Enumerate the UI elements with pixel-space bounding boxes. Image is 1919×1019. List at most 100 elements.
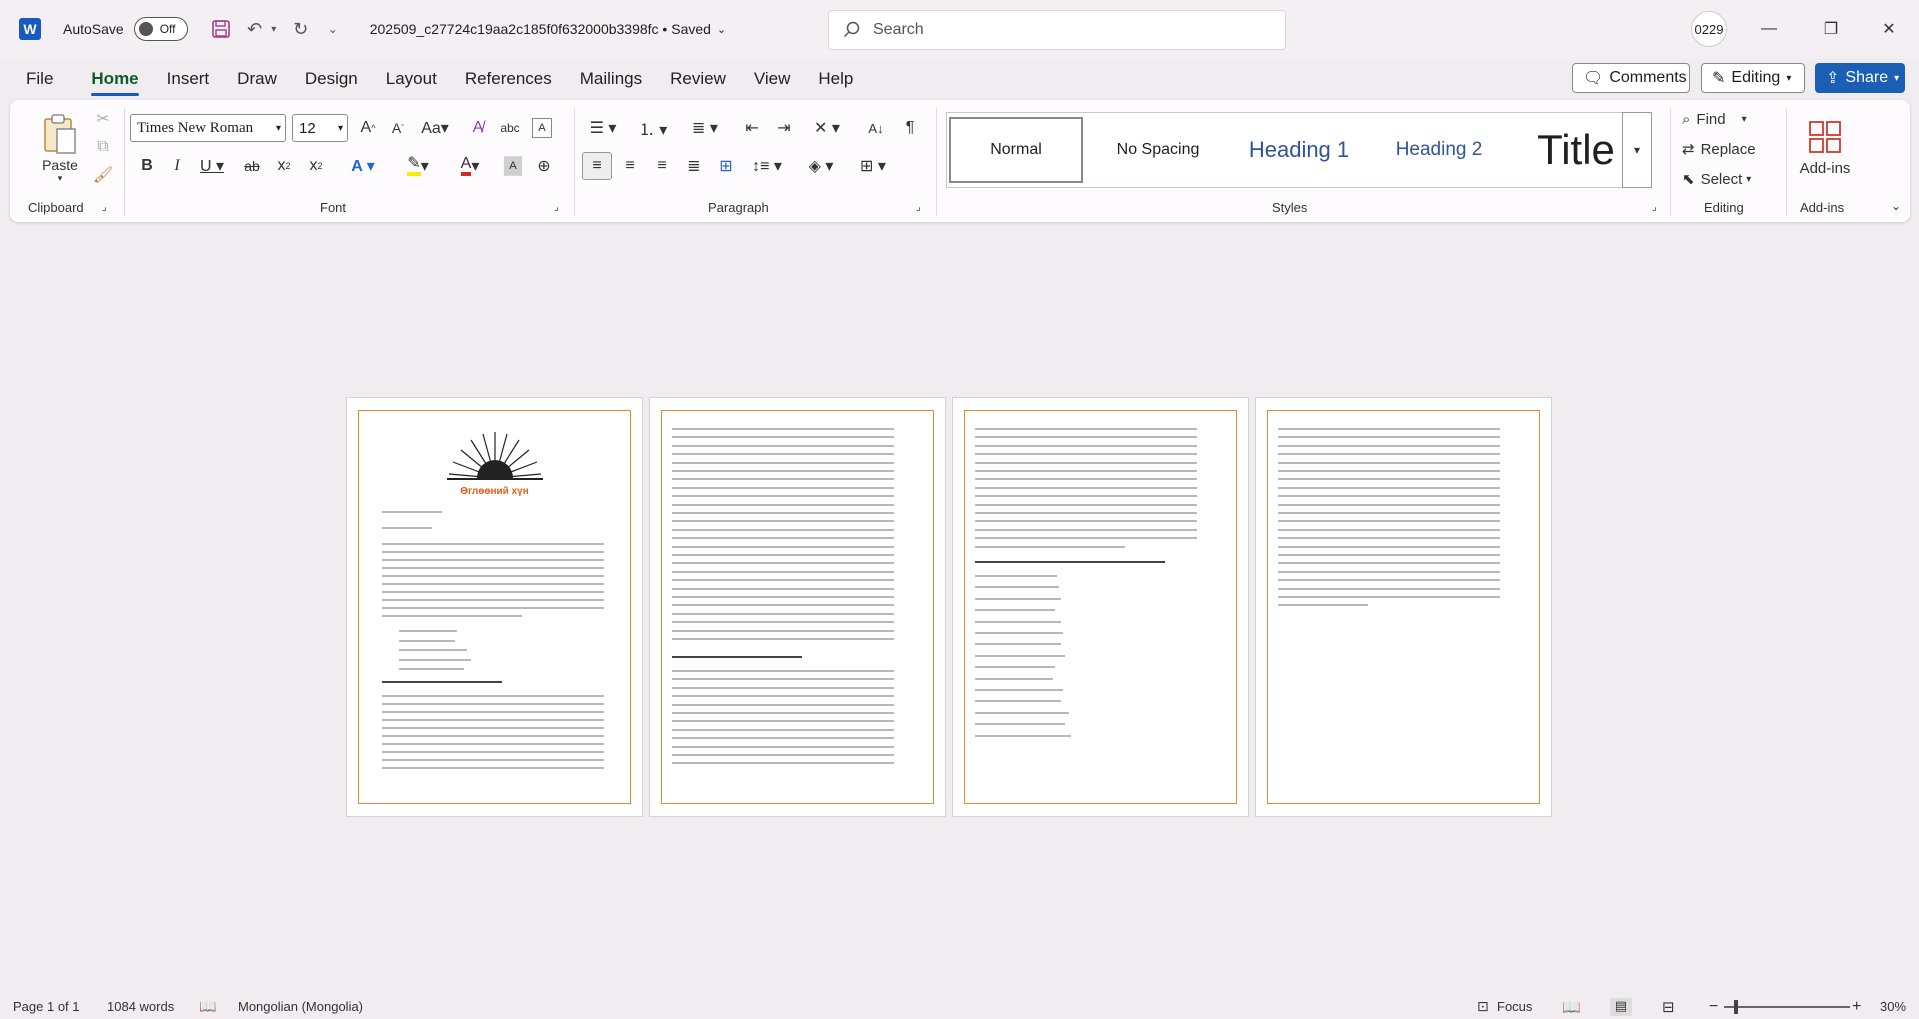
print-layout-icon[interactable]: ▤ xyxy=(1610,997,1632,1016)
style-heading-1[interactable]: Heading 1 xyxy=(1229,117,1369,183)
clear-formatting-icon[interactable]: A̸ xyxy=(464,114,492,142)
collapse-ribbon-icon[interactable]: ⌄ xyxy=(1886,196,1906,216)
dialog-launcher-icon[interactable]: ⌟ xyxy=(554,202,559,213)
decrease-indent-icon[interactable]: ⇤ xyxy=(738,114,766,142)
focus-button[interactable]: Focus xyxy=(1497,999,1532,1014)
dialog-launcher-icon[interactable]: ⌟ xyxy=(1652,202,1657,213)
zoom-level[interactable]: 30% xyxy=(1880,999,1906,1014)
document-page-2[interactable] xyxy=(649,397,946,817)
font-color-icon[interactable]: A ▾ xyxy=(450,152,490,180)
select-button[interactable]: ⬉ Select ▾ xyxy=(1682,166,1774,192)
align-right-icon[interactable]: ≡ xyxy=(648,152,676,180)
distributed-icon[interactable]: ⊞ xyxy=(712,152,740,180)
font-name-value: Times New Roman xyxy=(137,119,254,136)
language-indicator[interactable]: Mongolian (Mongolia) xyxy=(238,999,363,1014)
read-mode-icon[interactable]: 📖 xyxy=(1562,998,1581,1016)
document-page-1[interactable]: Өглөөний хүн xyxy=(346,397,643,817)
tab-home[interactable]: Home xyxy=(77,58,152,100)
search-box[interactable]: Search xyxy=(828,10,1286,50)
tab-insert[interactable]: Insert xyxy=(153,58,224,100)
zoom-slider-thumb[interactable] xyxy=(1734,1000,1738,1014)
multilevel-list-icon[interactable]: ≣ ▾ xyxy=(684,114,726,142)
bullets-icon[interactable]: ☰ ▾ xyxy=(582,114,624,142)
borders-icon[interactable]: ⊞ ▾ xyxy=(852,152,894,180)
paste-button[interactable]: Paste ▾ xyxy=(32,108,88,188)
tab-draw[interactable]: Draw xyxy=(223,58,291,100)
grow-font-icon[interactable]: A ^ xyxy=(354,114,382,142)
line-spacing-icon[interactable]: ↕≡ ▾ xyxy=(746,152,788,180)
document-page-3[interactable] xyxy=(952,397,1249,817)
text-line xyxy=(1278,461,1500,464)
numbering-icon[interactable]: ⒈ ▾ xyxy=(632,114,674,142)
phonetic-guide-icon[interactable]: abc xyxy=(496,114,524,142)
undo-icon[interactable]: ↶ xyxy=(242,16,268,42)
zoom-out-icon[interactable]: − xyxy=(1709,998,1718,1016)
redo-icon[interactable]: ↻ xyxy=(288,16,314,42)
dialog-launcher-icon[interactable]: ⌟ xyxy=(102,202,107,213)
document-title[interactable]: 202509_c27724c19aa2c185f0f632000b3398fc … xyxy=(370,21,711,37)
style-no-spacing[interactable]: No Spacing xyxy=(1091,117,1225,183)
tab-review[interactable]: Review xyxy=(656,58,740,100)
document-page-4[interactable] xyxy=(1255,397,1552,817)
justify-icon[interactable]: ≣ xyxy=(680,152,708,180)
page-count[interactable]: Page 1 of 1 xyxy=(13,999,80,1014)
strikethrough-icon[interactable]: ab xyxy=(238,152,266,180)
sort-icon[interactable]: A↓ xyxy=(862,114,890,142)
styles-more-icon[interactable]: ▾ xyxy=(1622,112,1652,188)
tab-layout[interactable]: Layout xyxy=(372,58,451,100)
bold-icon[interactable]: B xyxy=(134,152,160,180)
shrink-font-icon[interactable]: Aˇ xyxy=(384,114,412,142)
highlight-icon[interactable]: ✎ ▾ xyxy=(398,152,438,180)
chevron-down-icon[interactable]: ⌄ xyxy=(717,23,726,36)
restore-icon[interactable]: ❐ xyxy=(1808,12,1854,46)
font-name-dropdown[interactable]: Times New Roman ▾ xyxy=(130,114,286,142)
comments-button[interactable]: 🗨 Comments xyxy=(1572,63,1690,93)
focus-icon[interactable]: ⊡ xyxy=(1477,998,1489,1015)
replace-button[interactable]: ⇄ Replace xyxy=(1682,136,1774,162)
character-border-icon[interactable]: A xyxy=(532,118,552,138)
proofing-icon[interactable]: 📖 xyxy=(199,998,216,1015)
tab-help[interactable]: Help xyxy=(804,58,867,100)
style-normal[interactable]: Normal xyxy=(949,117,1083,183)
find-button[interactable]: ⌕ Find ▾ xyxy=(1682,106,1774,132)
align-left-icon[interactable]: ≡ xyxy=(582,152,612,180)
copy-icon[interactable]: ⧉ xyxy=(90,134,116,160)
minimize-icon[interactable]: — xyxy=(1746,12,1792,46)
style-heading-2[interactable]: Heading 2 xyxy=(1373,117,1505,183)
zoom-slider[interactable] xyxy=(1724,1000,1850,1014)
italic-icon[interactable]: I xyxy=(164,152,190,180)
editing-mode-button[interactable]: ✎ Editing ▾ xyxy=(1701,63,1805,93)
cut-icon[interactable]: ✂ xyxy=(90,106,116,132)
show-formatting-icon[interactable]: ¶ xyxy=(896,114,924,142)
avatar[interactable]: 0229 xyxy=(1691,11,1727,47)
align-center-icon[interactable]: ≡ xyxy=(616,152,644,180)
web-layout-icon[interactable]: ⊟ xyxy=(1662,998,1675,1016)
save-icon[interactable] xyxy=(208,16,234,42)
shading-icon[interactable]: ◈ ▾ xyxy=(800,152,842,180)
tab-design[interactable]: Design xyxy=(291,58,372,100)
tab-references[interactable]: References xyxy=(451,58,566,100)
customize-toolbar-icon[interactable]: ⌄ xyxy=(320,16,346,42)
share-button[interactable]: ⇪ Share ▾ xyxy=(1815,63,1905,93)
text-effects-icon[interactable]: A ▾ xyxy=(344,152,382,180)
change-case-icon[interactable]: Aa▾ xyxy=(416,114,454,142)
character-shading-icon[interactable]: A xyxy=(503,156,523,176)
autosave-toggle[interactable]: Off xyxy=(133,17,188,41)
tab-mailings[interactable]: Mailings xyxy=(566,58,656,100)
tab-view[interactable]: View xyxy=(740,58,805,100)
addins-button[interactable]: Add-ins xyxy=(1792,106,1858,190)
text-direction-icon[interactable]: ✕ ▾ xyxy=(806,114,848,142)
close-icon[interactable]: ✕ xyxy=(1866,12,1912,46)
underline-icon[interactable]: U ▾ xyxy=(194,152,230,180)
subscript-icon[interactable]: x2 xyxy=(270,152,298,180)
format-painter-icon[interactable]: 🖌 xyxy=(90,162,116,188)
tab-file[interactable]: File xyxy=(12,58,67,100)
increase-indent-icon[interactable]: ⇥ xyxy=(770,114,798,142)
enclose-characters-icon[interactable]: ⊕ xyxy=(530,152,558,180)
superscript-icon[interactable]: x2 xyxy=(302,152,330,180)
dialog-launcher-icon[interactable]: ⌟ xyxy=(916,202,921,213)
zoom-in-icon[interactable]: + xyxy=(1852,998,1861,1016)
word-count[interactable]: 1084 words xyxy=(107,999,174,1014)
font-size-dropdown[interactable]: 12 ▾ xyxy=(292,114,348,142)
chevron-down-icon[interactable]: ▾ xyxy=(268,16,280,42)
